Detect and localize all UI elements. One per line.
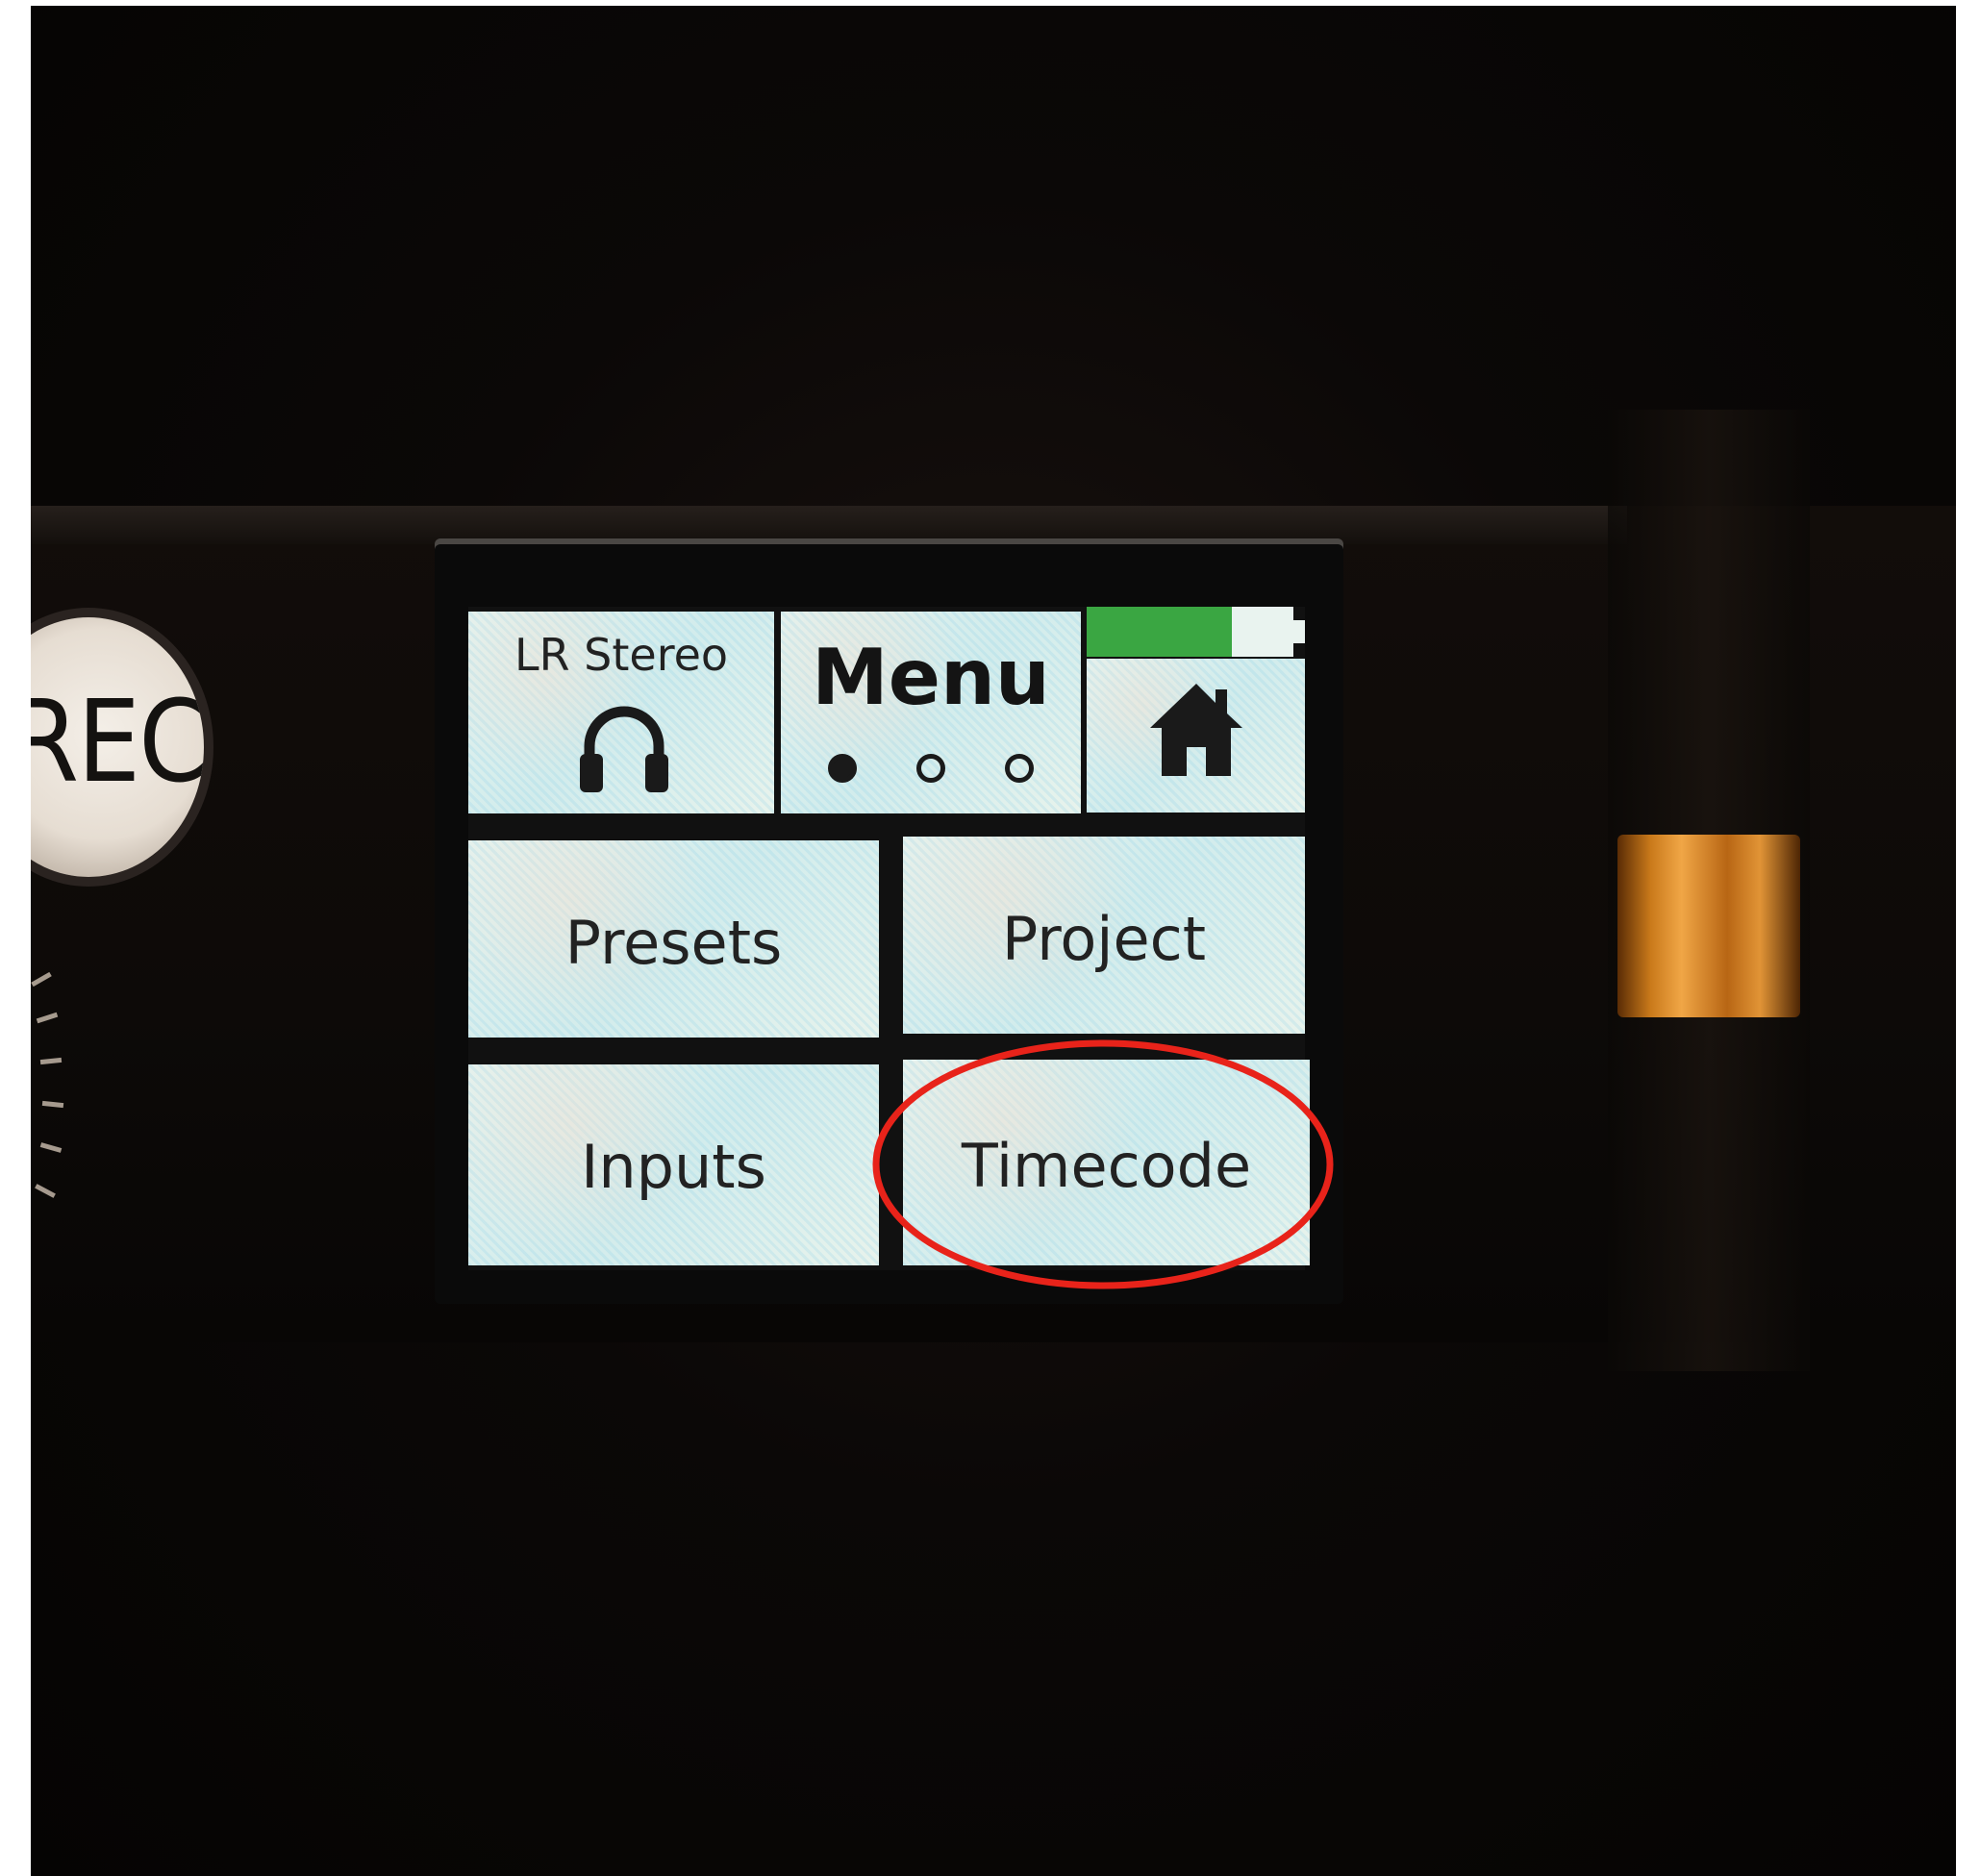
headphones-icon: [580, 706, 668, 792]
home-icon: [1150, 684, 1242, 776]
page-dot-active: [828, 754, 857, 783]
presets-label: Presets: [564, 908, 783, 978]
rec-button-label: REC: [31, 675, 204, 808]
battery-body: [1087, 607, 1293, 657]
device-edge: [31, 506, 1627, 544]
output-tile[interactable]: LR Stereo: [468, 612, 774, 813]
home-button[interactable]: [1087, 659, 1305, 813]
presets-button[interactable]: Presets: [468, 840, 879, 1038]
page-indicator: [781, 744, 1081, 793]
orange-knob[interactable]: [1617, 835, 1800, 1017]
project-button[interactable]: Project: [903, 837, 1305, 1034]
inputs-button[interactable]: Inputs: [468, 1064, 879, 1265]
timecode-button[interactable]: Timecode: [903, 1060, 1310, 1265]
device-photo: REC LR Stereo Menu: [31, 6, 1956, 1876]
touch-screen: LR Stereo Menu Presets Project Inputs Ti…: [468, 607, 1310, 1270]
output-label: LR Stereo: [514, 629, 729, 681]
battery-indicator: [1087, 607, 1305, 657]
battery-fill: [1087, 607, 1232, 657]
page-dot: [916, 754, 945, 783]
battery-tip: [1293, 620, 1305, 643]
inputs-label: Inputs: [581, 1132, 766, 1202]
menu-title: Menu: [812, 633, 1050, 722]
timecode-label: Timecode: [961, 1131, 1252, 1201]
project-label: Project: [1001, 904, 1207, 974]
menu-tile[interactable]: Menu: [781, 612, 1081, 813]
page-dot: [1005, 754, 1034, 783]
